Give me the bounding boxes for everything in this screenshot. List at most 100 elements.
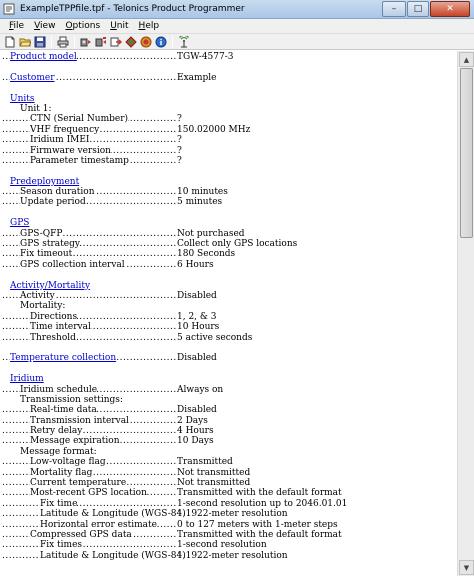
setting-row: ........................................… [2,467,456,479]
antenna-button[interactable] [177,35,191,48]
setting-label: GPS strategy [20,239,80,250]
setting-row: ........................................… [2,290,456,302]
setting-row: Transmission settings: [2,394,456,406]
setting-value: 10 Days [177,436,214,447]
setting-label: Most-recent GPS location [30,488,147,499]
setting-label: Fix timeout [20,249,73,260]
menu-view[interactable]: View [29,21,60,31]
setting-label: Unit 1: [20,103,52,115]
report-view[interactable]: ........................................… [2,52,456,576]
setting-label: Directions [30,311,78,323]
dot-leader: ........................................… [2,426,176,437]
program-unit-button[interactable] [94,35,108,48]
setting-label: Update period [20,197,86,208]
diamond-icon [125,35,137,48]
setting-label: Parameter timestamp [30,155,129,167]
setting-value: 1-second resolution [177,540,267,551]
open-folder-icon [19,38,31,46]
setting-value: Not transmitted [177,467,251,478]
setting-row: Unit 1: [2,103,456,115]
scroll-thumb[interactable] [460,68,473,238]
setting-value: Transmitted with the default format [177,488,342,499]
section-row: GPS [2,218,456,229]
setting-value: TGW-4577-3 [177,52,234,62]
section-link[interactable]: Temperature collection [10,353,117,364]
export-button[interactable] [109,35,123,48]
row-spacer [2,166,456,176]
diamond-button[interactable] [124,35,138,48]
setting-row: ........................................… [2,550,456,562]
setting-row: ........................................… [2,415,456,427]
setting-label: Mortality flag [30,467,93,479]
setting-value: Not purchased [177,228,245,239]
section-link[interactable]: Units [10,93,35,104]
setting-row: Message format: [2,446,456,458]
setting-row: ........................................… [2,488,456,499]
minimize-button[interactable]: – [382,1,406,17]
section-link[interactable]: Product model [10,52,77,63]
setting-value: Disabled [177,405,217,416]
new-file-button[interactable] [3,35,17,48]
setting-value: Collect only GPS locations [177,239,298,250]
stop-button[interactable] [139,35,153,48]
section-row: ........................................… [2,72,456,84]
section-link[interactable]: Activity/Mortality [10,280,91,291]
setting-row: ........................................… [2,498,456,510]
menu-help[interactable]: Help [134,21,165,31]
scroll-up-arrow-icon[interactable]: ▲ [459,52,474,67]
setting-row: ........................................… [2,311,456,323]
close-button[interactable]: ✕ [430,1,470,17]
row-spacer [2,62,456,72]
toolbar-separator [172,35,173,48]
row-spacer [2,364,456,374]
save-icon [34,36,46,47]
setting-label: VHF frequency [30,124,100,136]
setting-row: ........................................… [2,322,456,333]
section-link[interactable]: GPS [10,218,30,229]
setting-label: Iridium IMEI [30,135,90,146]
setting-row: ........................................… [2,529,456,541]
setting-row: ........................................… [2,540,456,551]
scroll-down-arrow-icon[interactable]: ▼ [459,560,474,575]
save-button[interactable] [33,35,47,48]
dot-leader: ........................................… [2,540,176,551]
setting-label: Current temperature [30,478,127,489]
setting-value: 4 Hours [177,426,214,437]
menu-options[interactable]: Options [60,21,105,31]
section-link[interactable]: Customer [10,72,55,84]
setting-value: 5 active seconds [177,332,253,343]
open-folder-button[interactable] [18,35,32,48]
dot-leader: ........................................… [2,332,176,343]
setting-value: ? [177,135,182,146]
vertical-scrollbar[interactable]: ▲ ▼ [457,51,474,576]
setting-label: Mortality: [20,301,66,312]
setting-row: ........................................… [2,426,456,437]
print-button[interactable] [56,35,70,48]
section-row: Units [2,93,456,104]
title-bar[interactable]: ExampleTPPfile.tpf - Telonics Product Pr… [0,0,474,19]
maximize-button[interactable]: □ [407,1,429,17]
menu-file[interactable]: File [4,21,29,31]
setting-row: ........................................… [2,384,456,395]
read-unit-button[interactable] [79,35,93,48]
setting-label: Firmware version [30,145,111,156]
setting-value: 1, 2, & 3 [177,311,217,322]
menu-unit[interactable]: Unit [105,21,133,31]
dot-leader: ........................................… [2,498,176,509]
info-icon [155,36,167,47]
export-icon [110,37,122,46]
section-link[interactable]: Iridium [10,374,44,385]
setting-label: GPS-QFP [20,228,63,240]
toolbar-separator [51,35,52,48]
setting-label: Threshold [30,332,76,343]
section-link[interactable]: Predeployment [10,176,80,188]
program-unit-icon [95,36,106,46]
setting-label: Fix time [40,498,78,510]
setting-row: ........................................… [2,436,456,447]
setting-value: ? [177,114,182,125]
setting-value: ? [177,155,182,166]
setting-label: Transmission settings: [20,394,123,406]
info-button[interactable] [154,35,168,48]
toolbar-separator [74,35,75,48]
setting-value: Transmitted [177,457,233,468]
